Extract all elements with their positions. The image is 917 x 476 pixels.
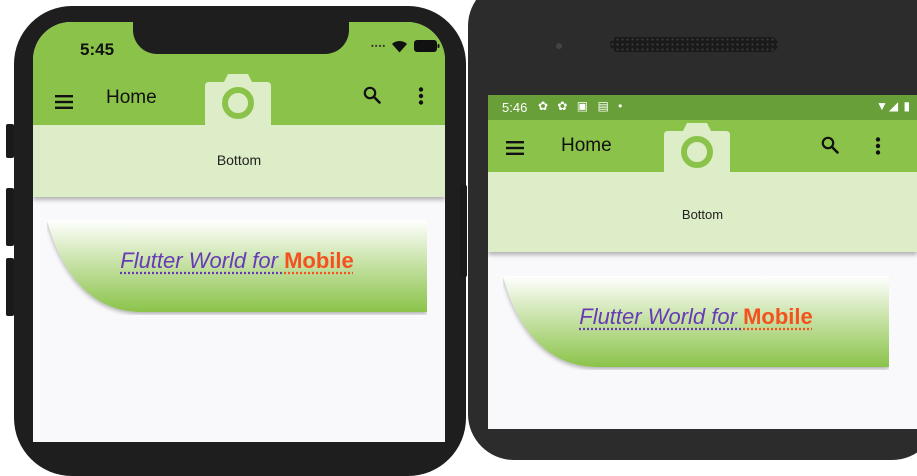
speaker-grille bbox=[610, 37, 778, 52]
iphone-notch bbox=[133, 14, 349, 54]
card-title: Flutter World for Mobile bbox=[503, 304, 889, 330]
more-vert-icon[interactable] bbox=[875, 137, 881, 155]
camera-icon[interactable] bbox=[664, 121, 730, 177]
card-title-part1: Flutter World for bbox=[120, 248, 285, 273]
system-icons: ▼◢ ▮ bbox=[876, 99, 912, 113]
menu-icon[interactable] bbox=[506, 141, 524, 155]
status-time: 5:46 bbox=[502, 100, 528, 115]
signal-icon: •••• bbox=[371, 41, 387, 51]
status-icons: •••• bbox=[371, 37, 440, 54]
bottom-label: Bottom bbox=[681, 207, 724, 222]
wifi-icon bbox=[392, 40, 408, 53]
iphone-mute-switch bbox=[6, 124, 14, 158]
status-time: 5:45 bbox=[80, 40, 115, 59]
app-bar-title: Home bbox=[106, 87, 157, 108]
card-title: Flutter World for Mobile bbox=[47, 248, 427, 274]
camera-icon[interactable] bbox=[205, 72, 271, 128]
menu-icon[interactable] bbox=[55, 95, 73, 109]
app-bar-title: Home bbox=[561, 135, 612, 156]
search-icon[interactable] bbox=[821, 136, 839, 154]
search-icon[interactable] bbox=[363, 86, 381, 104]
status-bar: 5:46 ✿ ✿ ▣ ▤ • ▼◢ ▮ bbox=[488, 95, 917, 120]
bottom-label: Bottom bbox=[216, 152, 262, 168]
front-camera bbox=[556, 43, 562, 49]
iphone-volume-up bbox=[6, 188, 14, 246]
iphone-power-button bbox=[460, 185, 467, 277]
card-title-part2: Mobile bbox=[743, 304, 813, 329]
card-title-part1: Flutter World for bbox=[579, 304, 744, 329]
iphone-screen: 5:45 •••• Home Bottom Flutter World for … bbox=[33, 22, 445, 442]
android-screen: 5:46 ✿ ✿ ▣ ▤ • ▼◢ ▮ Home Bottom Flutter … bbox=[488, 95, 917, 429]
card-title-part2: Mobile bbox=[284, 248, 354, 273]
more-vert-icon[interactable] bbox=[418, 87, 424, 105]
notification-icons: ✿ ✿ ▣ ▤ • bbox=[538, 99, 626, 113]
iphone-volume-down bbox=[6, 258, 14, 316]
battery-icon bbox=[413, 40, 440, 53]
